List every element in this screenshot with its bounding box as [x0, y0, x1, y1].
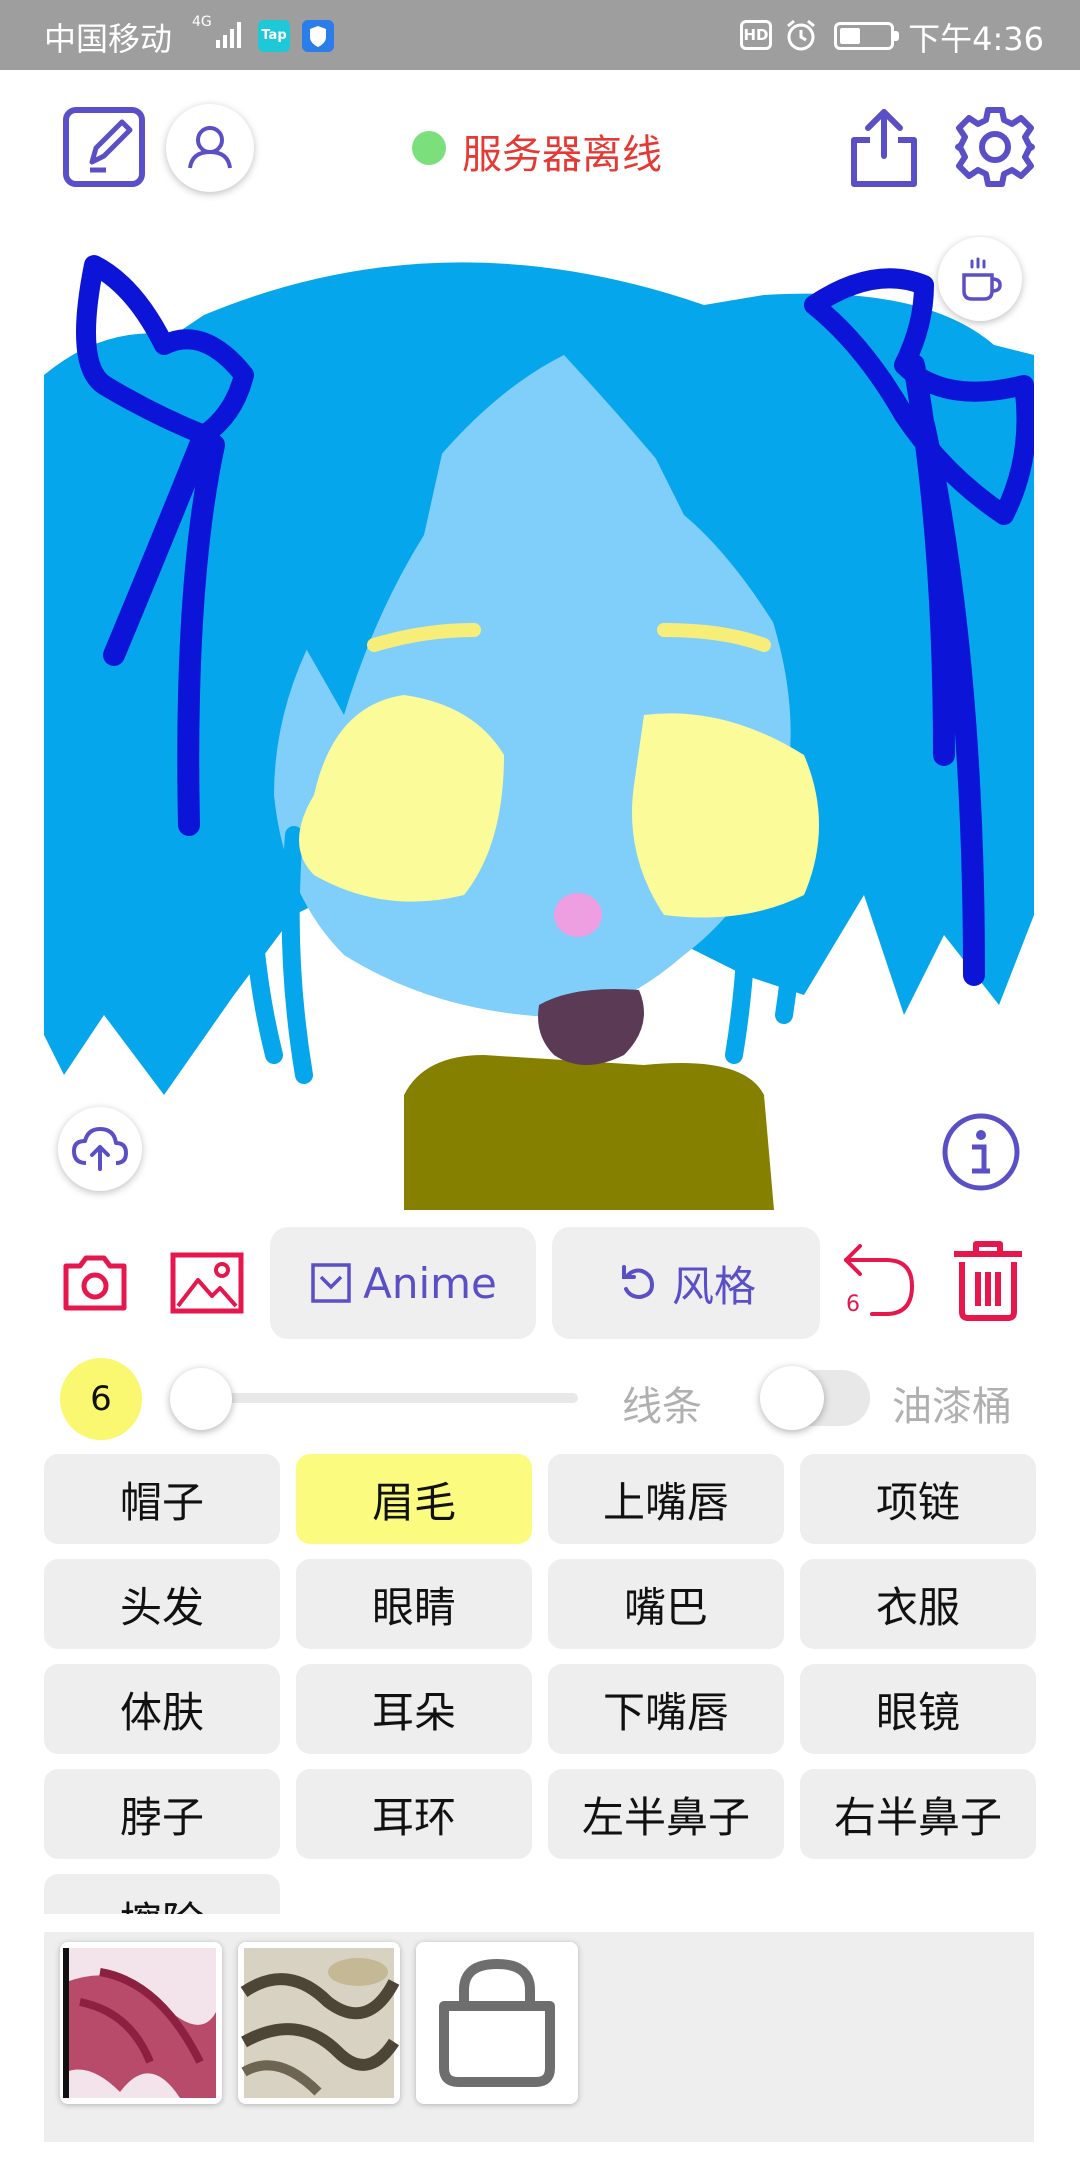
category-label: 嘴巴 — [623, 1582, 708, 1632]
hd-icon: HD — [740, 20, 772, 50]
server-status: 服务器离线 — [462, 132, 662, 178]
alarm-icon — [787, 19, 815, 51]
category-label: 体肤 — [119, 1687, 204, 1737]
category-label: 右半鼻子 — [833, 1792, 1002, 1842]
category-label: 帽子 — [119, 1477, 204, 1527]
category-label: 下嘴唇 — [602, 1687, 729, 1737]
category-necklace[interactable]: 项链 — [800, 1454, 1036, 1544]
coffee-button[interactable] — [938, 237, 1022, 321]
category-skin[interactable]: 体肤 — [44, 1664, 280, 1754]
brush-size-thumb[interactable] — [170, 1368, 232, 1430]
undo-count: 6 — [846, 1292, 860, 1317]
lines-label: 线条 — [622, 1384, 702, 1430]
battery-icon — [834, 22, 899, 50]
category-right-nose[interactable]: 右半鼻子 — [800, 1769, 1036, 1859]
anime-label: Anime — [363, 1258, 497, 1308]
trash-icon[interactable] — [950, 1240, 1026, 1322]
bucket-label: 油漆桶 — [892, 1384, 1012, 1430]
category-label: 上嘴唇 — [602, 1477, 729, 1527]
category-glasses[interactable]: 眼镜 — [800, 1664, 1036, 1754]
category-ears[interactable]: 耳朵 — [296, 1664, 532, 1754]
category-hat[interactable]: 帽子 — [44, 1454, 280, 1544]
brush-size-slider[interactable] — [180, 1393, 578, 1403]
category-label: 左半鼻子 — [581, 1792, 750, 1842]
info-icon[interactable] — [940, 1111, 1022, 1193]
gear-icon[interactable] — [952, 104, 1038, 190]
rotate-icon — [621, 1265, 654, 1300]
carrier-name: 中国移动 — [44, 20, 173, 58]
category-label: 耳环 — [371, 1792, 456, 1842]
category-eyebrows[interactable]: 眉毛 — [296, 1454, 532, 1544]
category-lower-lip[interactable]: 下嘴唇 — [548, 1664, 784, 1754]
upload-button[interactable] — [58, 1107, 142, 1191]
category-eraser[interactable]: 擦除 — [44, 1874, 280, 1914]
category-earrings[interactable]: 耳环 — [296, 1769, 532, 1859]
brush-size-indicator: 6 — [60, 1358, 142, 1440]
drawing-canvas[interactable] — [44, 235, 1034, 1210]
share-icon[interactable] — [846, 104, 922, 190]
model-thumbnail[interactable] — [238, 1942, 400, 2104]
security-app-icon — [302, 20, 334, 52]
category-label: 头发 — [119, 1582, 204, 1632]
taptap-icon: Tap — [258, 20, 290, 52]
image-icon[interactable] — [170, 1252, 244, 1314]
category-eyes[interactable]: 眼睛 — [296, 1559, 532, 1649]
category-upper-lip[interactable]: 上嘴唇 — [548, 1454, 784, 1544]
category-label: 眼睛 — [371, 1582, 456, 1632]
category-left-nose[interactable]: 左半鼻子 — [548, 1769, 784, 1859]
coffee-icon — [962, 257, 1002, 301]
edit-icon[interactable] — [62, 104, 148, 190]
server-status-dot — [412, 131, 446, 165]
model-preview-image — [240, 1948, 400, 2098]
cloud-upload-icon — [72, 1127, 128, 1171]
style-label: 风格 — [671, 1261, 756, 1311]
store-button[interactable] — [416, 1942, 578, 2104]
category-label: 眼镜 — [875, 1687, 960, 1737]
profile-button[interactable] — [166, 104, 254, 192]
category-label: 耳朵 — [371, 1687, 456, 1737]
clock: 下午4:36 — [908, 20, 1044, 58]
model-preview-image — [63, 1948, 216, 2098]
shopping-bag-icon — [439, 1958, 555, 2087]
status-bar: 中国移动 4G Tap HD 下午4:36 — [0, 0, 1080, 70]
bucket-toggle-thumb[interactable] — [760, 1366, 824, 1430]
category-grid: 帽子 眉毛 上嘴唇 项链 头发 眼睛 嘴巴 衣服 体肤 耳朵 下嘴唇 眼镜 脖子… — [44, 1454, 1036, 1914]
category-clothes[interactable]: 衣服 — [800, 1559, 1036, 1649]
category-mouth[interactable]: 嘴巴 — [548, 1559, 784, 1649]
category-label: 项链 — [875, 1477, 960, 1527]
category-hair[interactable]: 头发 — [44, 1559, 280, 1649]
network-type: 4G — [192, 14, 212, 30]
style-button[interactable]: 风格 — [552, 1227, 820, 1339]
signal-icon — [216, 22, 241, 48]
model-thumbnail[interactable] — [60, 1942, 222, 2104]
user-icon — [188, 126, 232, 169]
category-label: 衣服 — [875, 1582, 960, 1632]
category-label: 眉毛 — [371, 1477, 456, 1527]
anime-button[interactable]: Anime — [270, 1227, 536, 1339]
category-label: 脖子 — [119, 1792, 204, 1842]
camera-icon[interactable] — [62, 1252, 128, 1312]
drawing-artwork — [44, 255, 1034, 1210]
category-neck[interactable]: 脖子 — [44, 1769, 280, 1859]
checkbox-icon — [311, 1263, 351, 1303]
category-label: 擦除 — [120, 1889, 204, 1915]
